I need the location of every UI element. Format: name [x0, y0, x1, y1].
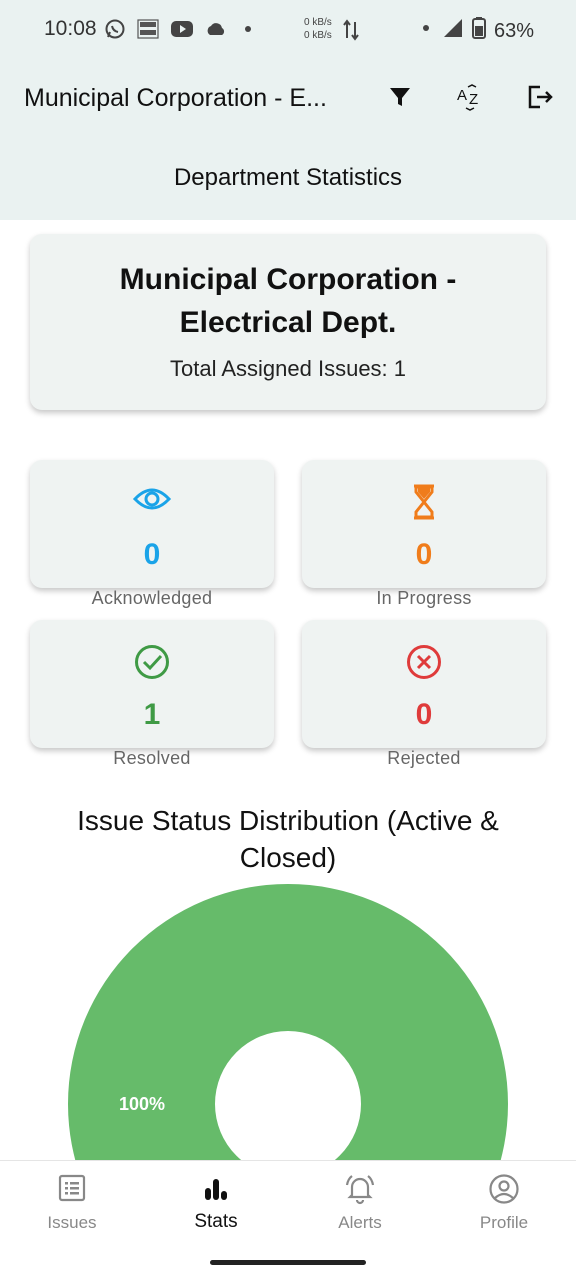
status-time: 10:08 [44, 17, 97, 40]
stat-value-acknowledged: 0 [143, 538, 161, 571]
net-up-speed: 0 kB/s [304, 17, 332, 28]
nav-item-alerts[interactable]: Alerts [288, 1161, 432, 1261]
nav-label-profile: Profile [479, 1213, 529, 1232]
department-summary-card: Municipal Corporation - Electrical Dept.… [30, 234, 546, 410]
stat-label-rejected: Rejected [387, 748, 461, 768]
logout-icon [527, 84, 553, 115]
svg-text:Z: Z [469, 91, 478, 108]
status-right-icons: 63% [418, 17, 534, 45]
list-icon [0, 1173, 144, 1203]
status-distribution-chart: 100% [0, 870, 576, 1160]
stat-label-acknowledged: Acknowledged [91, 588, 213, 608]
stat-value-rejected: 0 [415, 698, 433, 731]
stat-label-in-progress: In Progress [376, 588, 472, 608]
whatsapp-icon [104, 18, 126, 45]
nav-label-stats: Stats [194, 1211, 238, 1232]
status-bar: 10:08 0 kB/s 0 kB/s 63% [0, 0, 576, 60]
nav-item-stats[interactable]: Stats [144, 1161, 288, 1261]
battery-percent: 63% [493, 19, 534, 42]
signal-icon [442, 17, 464, 45]
eye-icon [30, 484, 274, 514]
stat-card-acknowledged: 0 [30, 460, 274, 588]
bell-icon [288, 1173, 432, 1205]
network-speed: 0 kB/s 0 kB/s [304, 16, 332, 42]
filter-button[interactable] [380, 82, 420, 116]
pie-chart-svg: 100% [68, 884, 508, 1160]
pie-slice-label: 100% [119, 1094, 165, 1114]
stat-label-resolved: Resolved [113, 748, 191, 768]
dot-icon [418, 18, 434, 44]
nav-label-issues: Issues [47, 1213, 97, 1232]
sort-az-icon: A Z [456, 83, 484, 116]
pie-slice-resolved [68, 884, 508, 1160]
dot-icon [238, 19, 258, 44]
bar-chart-icon [144, 1173, 288, 1203]
battery-icon [471, 17, 486, 45]
youtube-icon [170, 19, 194, 44]
nav-item-issues[interactable]: Issues [0, 1161, 144, 1261]
department-name: Municipal Corporation - Electrical Dept. [119, 263, 457, 339]
cloud-icon [204, 19, 228, 44]
home-indicator [210, 1260, 366, 1265]
sort-button[interactable]: A Z [450, 82, 490, 116]
filter-icon [388, 85, 412, 114]
stat-card-rejected: 0 [302, 620, 546, 748]
chart-title: Issue Status Distribution (Active & Clos… [77, 805, 499, 873]
net-down-speed: 0 kB/s [304, 30, 332, 41]
page-subtitle: Department Statistics [173, 164, 403, 191]
stat-value-resolved: 1 [143, 698, 161, 731]
cancel-circle-icon [302, 644, 546, 680]
stat-card-in-progress: 0 [302, 460, 546, 588]
account-circle-icon [432, 1173, 576, 1205]
stat-value-in-progress: 0 [415, 538, 433, 571]
nav-label-alerts: Alerts [338, 1213, 382, 1232]
data-transfer-icon [343, 18, 359, 47]
svg-text:A: A [457, 87, 467, 104]
notification-icons [104, 18, 258, 45]
app-bar: Municipal Corporation - E... A Z Departm… [0, 60, 576, 220]
stat-card-resolved: 1 [30, 620, 274, 748]
app-title: Municipal Corporation - E... [24, 84, 327, 112]
logout-button[interactable] [520, 82, 560, 116]
total-assigned-issues: Total Assigned Issues: 1 [169, 356, 407, 381]
tata-1mg-icon [136, 18, 160, 45]
hourglass-icon [302, 484, 546, 520]
check-circle-icon [30, 644, 274, 680]
nav-item-profile[interactable]: Profile [432, 1161, 576, 1261]
